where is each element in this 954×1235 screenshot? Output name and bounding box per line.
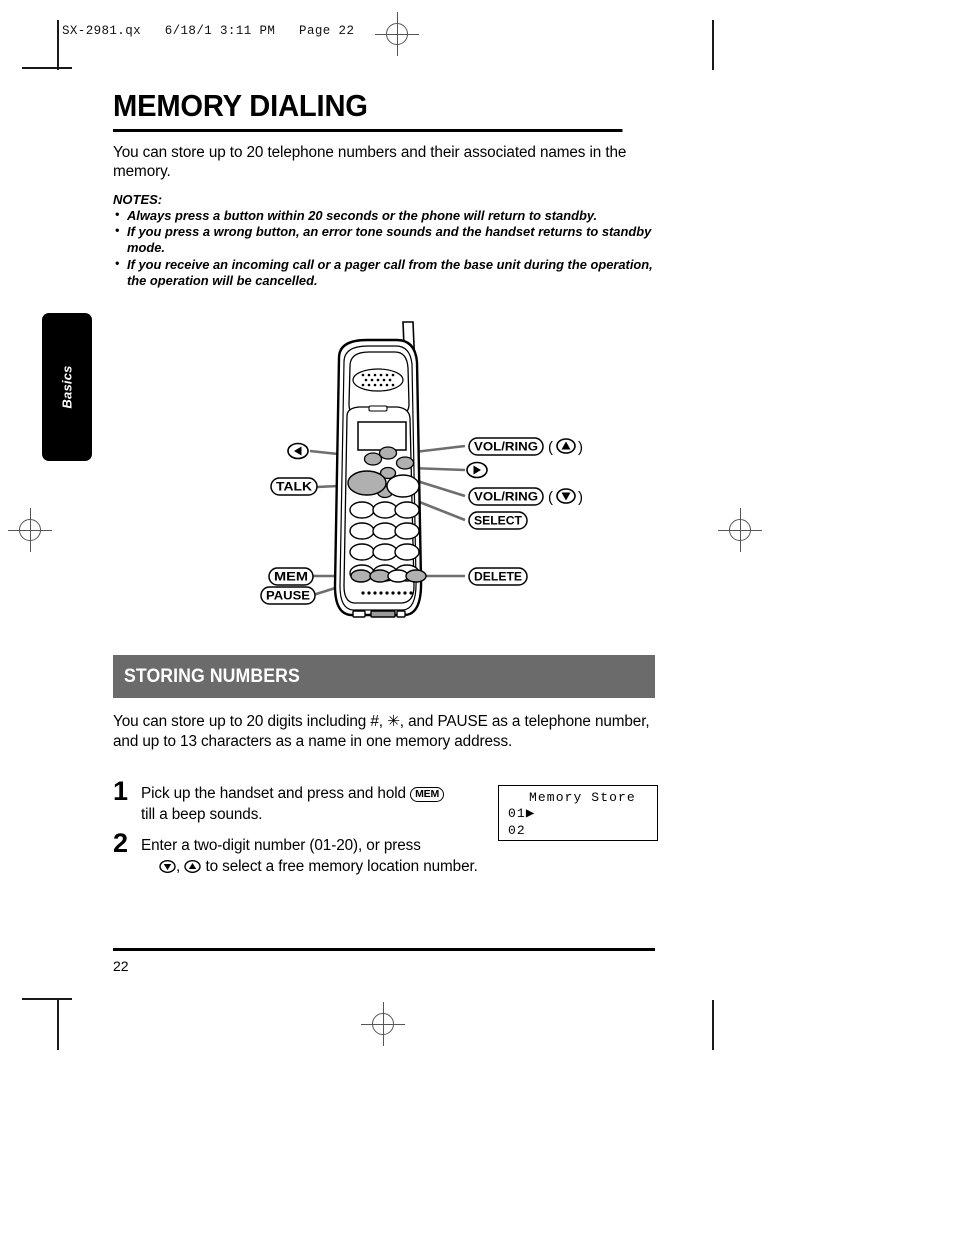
registration-mark-top — [375, 12, 419, 56]
step-2-number: 2 — [113, 828, 129, 858]
crop-mark-top-left-vertical — [57, 20, 59, 70]
step-2-text-before: Enter a two-digit number (01-20), or pre… — [141, 837, 421, 854]
pause-key — [369, 569, 391, 583]
lcd-line-1: Memory Store — [529, 790, 636, 805]
mem-key-label: MEM — [410, 787, 444, 802]
svg-text:(: ( — [548, 439, 553, 456]
lcd-line-2-number: 01 — [508, 806, 526, 821]
callout-delete: DELETE — [468, 567, 528, 586]
prepress-header: SX-2981.qx 6/18/1 3:11 PM Page 22 — [62, 24, 355, 38]
callout-right-arrow — [466, 461, 488, 479]
notes-label: NOTES: — [113, 191, 163, 207]
microphone-dots — [361, 591, 413, 595]
page-number: 22 — [113, 958, 129, 974]
svg-text:): ) — [578, 439, 583, 456]
svg-text:PAUSE: PAUSE — [266, 591, 310, 603]
crop-mark-bottom-left-vertical — [57, 1000, 59, 1050]
notes-list: Always press a button within 20 seconds … — [113, 207, 655, 289]
crop-mark-top-left-horizontal — [22, 67, 72, 69]
down-arrow-icon — [159, 860, 176, 873]
crop-mark-bottom-left-horizontal — [22, 998, 72, 1000]
step-2-separator: , — [176, 858, 181, 875]
delete-key — [405, 569, 427, 583]
step-1-text-before: Pick up the handset and press and hold — [141, 785, 406, 802]
svg-text:DELETE: DELETE — [474, 572, 522, 584]
section-header-label: STORING NUMBERS — [124, 665, 300, 687]
svg-text:MEM: MEM — [274, 572, 308, 584]
storing-numbers-paragraph: You can store up to 20 digits including … — [113, 713, 650, 750]
blank-key — [387, 569, 409, 583]
svg-text:VOL/RING: VOL/RING — [474, 492, 538, 504]
svg-text:VOL/RING: VOL/RING — [474, 442, 538, 454]
crop-mark-bottom-right-vertical — [712, 1000, 714, 1050]
note-item: If you press a wrong button, an error to… — [113, 223, 655, 256]
left-arrow-key — [363, 452, 383, 466]
footer-rule — [113, 948, 655, 951]
note-item: Always press a button within 20 seconds … — [113, 207, 655, 224]
handset-lcd-screen — [357, 421, 407, 451]
step-2-text-after: to select a free memory location number. — [205, 858, 478, 875]
lcd-line-3: 02 — [508, 823, 526, 838]
intro-paragraph: You can store up to 20 telephone numbers… — [113, 143, 627, 181]
manual-page: SX-2981.qx 6/18/1 3:11 PM Page 22 Basics… — [0, 0, 954, 1235]
lcd-line-2: 01▶ — [508, 805, 535, 823]
content-column: MEMORY DIALING You can store up to 20 te… — [113, 89, 655, 289]
callout-left-arrow — [287, 442, 309, 460]
registration-mark-right — [718, 508, 762, 552]
vol-ring-up-key — [378, 446, 398, 460]
lcd-cursor-caret: ▶ — [525, 806, 536, 822]
right-arrow-key — [395, 456, 415, 470]
crop-mark-top-right-vertical — [712, 20, 714, 70]
page-title: MEMORY DIALING — [113, 89, 623, 132]
callout-pause: PAUSE — [260, 586, 316, 605]
section-header-bar: STORING NUMBERS — [113, 655, 655, 698]
section-side-tab: Basics — [42, 313, 92, 461]
step-1-number: 1 — [113, 776, 129, 806]
side-tab-label: Basics — [59, 365, 75, 409]
talk-key — [347, 470, 387, 496]
lcd-display-illustration: Memory Store 01▶ 02 — [498, 785, 658, 841]
callout-select: SELECT — [468, 511, 528, 530]
callout-vol-ring-up: VOL/RING ( ) — [468, 437, 583, 456]
svg-text:TALK: TALK — [276, 482, 313, 494]
callout-mem: MEM — [268, 567, 314, 586]
step-2: 2 Enter a two-digit number (01-20), or p… — [113, 830, 673, 877]
svg-text:SELECT: SELECT — [474, 516, 522, 528]
note-item: If you receive an incoming call or a pag… — [113, 256, 655, 289]
mem-key — [350, 569, 372, 583]
svg-text:(: ( — [548, 489, 553, 506]
registration-mark-bottom — [361, 1002, 405, 1046]
handset-diagram: TALK MEM PAUSE VOL/RING ( ) VOL/RING ()… — [255, 318, 595, 643]
svg-text:): ) — [578, 489, 583, 506]
up-arrow-icon — [184, 860, 202, 873]
registration-mark-left — [8, 508, 52, 552]
unlabeled-oval-key — [386, 474, 420, 498]
step-2-text: Enter a two-digit number (01-20), or pre… — [141, 835, 673, 877]
callout-talk: TALK — [270, 477, 318, 496]
step-2-line-2: , to select a free memory location numbe… — [141, 856, 673, 877]
callout-vol-ring-down: VOL/RING ( ) — [468, 487, 583, 506]
